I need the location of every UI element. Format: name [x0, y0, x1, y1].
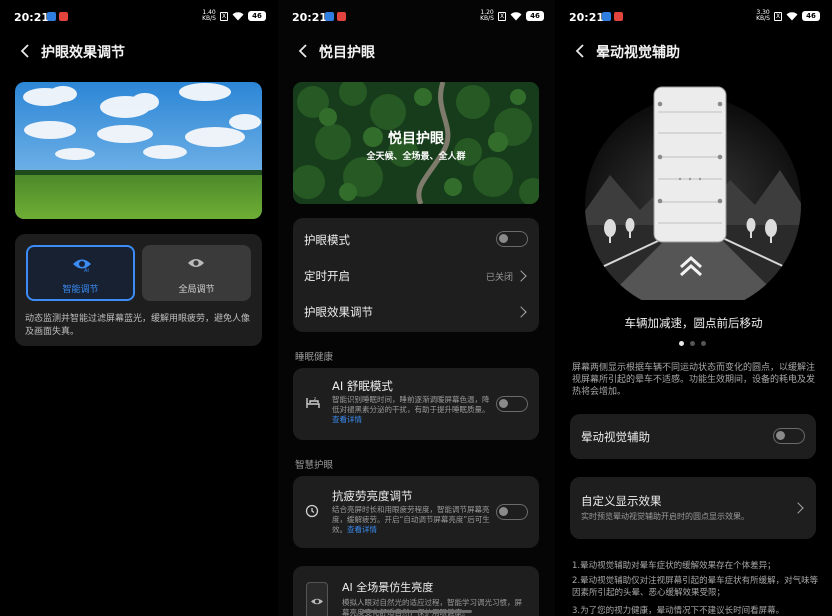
settings-card: 护眼模式 定时开启 已关闭 护眼效果调节 [293, 218, 539, 332]
clock-icon [305, 504, 319, 518]
schedule-value: 已关闭 [485, 273, 513, 283]
back-arrow-icon[interactable] [572, 42, 590, 60]
back-arrow-icon[interactable] [295, 42, 313, 60]
battery-icon: 46 [802, 11, 820, 21]
status-time: 20:21 [569, 11, 605, 24]
network-speed: 3.30 KB/S [756, 9, 770, 22]
battery-icon: 46 [526, 11, 544, 21]
motion-toggle-card[interactable]: 晕动视觉辅助 [570, 414, 816, 459]
ai-scene-card: AI 全场景仿生亮度 模拟人眼对自然光的适应过程，智能学习调光习惯，屏幕亮度变化… [293, 566, 539, 616]
bed-icon: z [306, 396, 320, 408]
banner-subtitle: 全天候、全场景、全人群 [366, 152, 466, 162]
custom-display-title: 自定义显示效果 [581, 494, 662, 508]
row-schedule[interactable]: 定时开启 已关闭 [293, 256, 539, 294]
page-title: 悦目护眼 [319, 45, 375, 61]
ai-sleep-title: AI 舒眠模式 [332, 379, 393, 393]
custom-display-card[interactable]: 自定义显示效果 实时预览晕动视觉辅助开启时的圆点显示效果。 [570, 477, 816, 539]
row-schedule-label: 定时开启 [304, 269, 350, 283]
row-eye-mode[interactable]: 护眼模式 [293, 218, 539, 256]
back-arrow-icon[interactable] [17, 42, 35, 60]
wifi-icon [510, 12, 522, 21]
banner-title: 悦目护眼 [388, 131, 444, 147]
svg-text:z: z [314, 396, 316, 401]
status-time: 20:21 [292, 11, 328, 24]
note-2: 2.晕动视觉辅助仅对注视屏幕引起的晕车症状有所缓解，对气味等因素所引起的头晕、恶… [572, 576, 819, 598]
status-bar: 20:21 1.20 KB/S X 46 [278, 0, 556, 34]
chevron-right-icon [515, 270, 527, 282]
mode-description: 动态监测并智能过滤屏幕蓝光，缓解用眼疲劳，避免人像及画面失真。 [25, 314, 251, 337]
motion-toggle-label: 晕动视觉辅助 [581, 430, 650, 444]
notification-icons [602, 12, 623, 21]
anti-fatigue-card: 抗疲劳亮度调节 结合亮屏时长和用眼疲劳程度，智能调节屏幕亮度，缓解疲劳。开启“自… [293, 476, 539, 548]
ai-sleep-card: z AI 舒眠模式 智能识别睡眠时间，睡前逐渐调暖屏幕色温，降低对褪黑素分泌的干… [293, 368, 539, 440]
status-bar: 20:21 3.30 KB/S X 46 [555, 0, 832, 34]
ai-sleep-desc: 智能识别睡眠时间，睡前逐渐调暖屏幕色温，降低对褪黑素分泌的干扰，有助于提升睡眠质… [332, 395, 490, 424]
sim-icon: X [498, 11, 506, 21]
preview-landscape-image [15, 82, 262, 219]
screen-eye-comfort: 20:21 1.20 KB/S X 46 悦目护眼 悦目护眼 全天候、全场景、全… [278, 0, 556, 616]
wifi-icon [232, 12, 244, 21]
phone-mockup [653, 86, 727, 243]
eye-mode-toggle[interactable] [496, 231, 528, 247]
page-header: 晕动视觉辅助 [555, 40, 832, 62]
mode-global-button[interactable]: 全局调节 [142, 245, 251, 301]
page-title: 护眼效果调节 [41, 45, 125, 61]
mode-global-label: 全局调节 [178, 285, 215, 295]
battery-icon: 46 [248, 11, 266, 21]
custom-display-sub: 实时预览晕动视觉辅助开启时的圆点显示效果。 [581, 512, 749, 521]
screen-eye-effect: 20:21 1.40 KB/S X 46 护眼效果调节 AI 智能调节 全局调节… [0, 0, 278, 616]
row-effect-adjust-label: 护眼效果调节 [304, 305, 373, 319]
adjust-mode-card: AI 智能调节 全局调节 动态监测并智能过滤屏幕蓝光，缓解用眼疲劳，避免人像及画… [15, 234, 262, 346]
illustration-caption: 车辆加减速，圆点前后移动 [624, 316, 763, 330]
sim-icon: X [220, 11, 228, 21]
carousel-dots[interactable] [679, 341, 706, 346]
feature-description: 屏幕两侧显示根据车辆不同运动状态而变化的圆点，以缓解注视屏幕所引起的晕车不适感。… [572, 363, 816, 397]
row-effect-adjust[interactable]: 护眼效果调节 [293, 294, 539, 332]
ai-scene-desc: 模拟人眼对自然光的适应过程，智能学习调光习惯，屏幕亮度变化舒适自然，保护用眼健康… [342, 598, 522, 616]
ai-sleep-toggle[interactable] [496, 396, 528, 412]
page-header: 护眼效果调节 [0, 40, 278, 62]
motion-illustration [585, 86, 801, 300]
eye-icon [188, 259, 204, 267]
network-speed: 1.20 KB/S [480, 9, 494, 22]
section-smart-eye: 智慧护眼 [295, 460, 334, 471]
phone-thumbnail-icon [306, 582, 328, 616]
anti-fatigue-desc: 结合亮屏时长和用眼疲劳程度，智能调节屏幕亮度，缓解疲劳。开启“自动调节屏幕亮度”… [332, 505, 490, 534]
mode-smart-label: 智能调节 [62, 285, 99, 295]
ai-mark: AI [84, 268, 89, 273]
notification-icons [325, 12, 346, 21]
chevron-right-icon [515, 306, 527, 318]
note-3: 3.为了您的视力健康，晕动情况下不建议长时间看屏幕。 [572, 606, 785, 616]
ai-sleep-details-link[interactable]: 查看详情 [332, 415, 362, 424]
home-indicator [362, 610, 472, 613]
mode-smart-button[interactable]: AI 智能调节 [26, 245, 135, 301]
status-time: 20:21 [14, 11, 50, 24]
anti-fatigue-details-link[interactable]: 查看详情 [347, 525, 377, 534]
page-title: 晕动视觉辅助 [596, 45, 680, 61]
ai-scene-title: AI 全场景仿生亮度 [342, 581, 434, 594]
network-speed: 1.40 KB/S [202, 9, 216, 22]
anti-fatigue-title: 抗疲劳亮度调节 [332, 489, 413, 503]
eye-ai-icon: AI [73, 259, 91, 273]
section-sleep-health: 睡眠健康 [295, 352, 334, 363]
wifi-icon [786, 12, 798, 21]
eye-icon [311, 598, 323, 605]
page-header: 悦目护眼 [278, 40, 556, 62]
note-1: 1.晕动视觉辅助对晕车症状的缓解效果存在个体差异； [572, 561, 776, 571]
forest-banner: 悦目护眼 全天候、全场景、全人群 [293, 82, 539, 204]
notification-icons [47, 12, 68, 21]
chevron-right-icon [792, 502, 804, 514]
status-bar: 20:21 1.40 KB/S X 46 [0, 0, 278, 34]
row-eye-mode-label: 护眼模式 [304, 233, 350, 247]
sim-icon: X [774, 11, 782, 21]
anti-fatigue-toggle[interactable] [496, 504, 528, 520]
motion-assist-toggle[interactable] [773, 428, 805, 444]
screen-motion-assist: 20:21 3.30 KB/S X 46 晕动视觉辅助 车辆加减速，圆点前后移动… [555, 0, 832, 616]
